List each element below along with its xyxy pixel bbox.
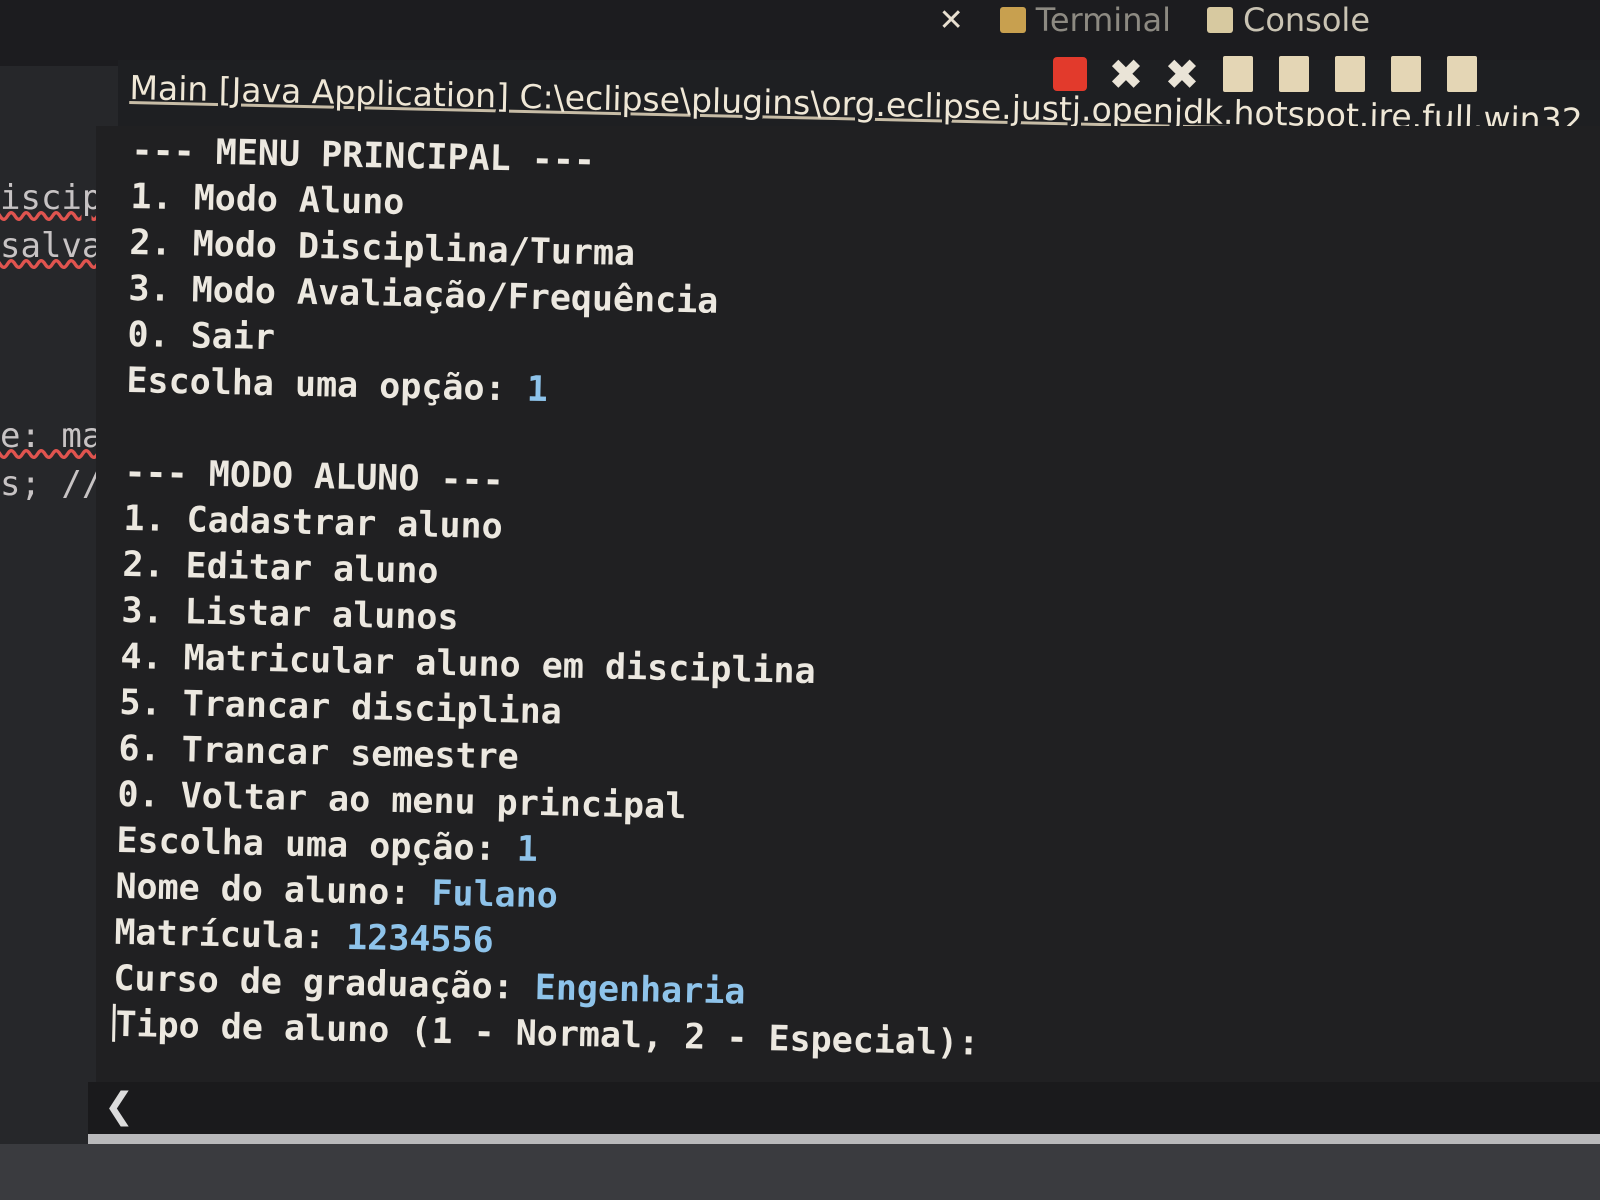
- tab-console[interactable]: Console: [1206, 1, 1370, 39]
- word-wrap-icon: [1335, 56, 1365, 92]
- console-output-text: 3. Listar alunos: [121, 590, 459, 639]
- editor-line: salva: [0, 226, 103, 266]
- console-user-input: Engenharia: [534, 967, 746, 1013]
- remove-all-launches-button[interactable]: ✖: [1162, 50, 1202, 99]
- close-tab-icon[interactable]: ✕: [939, 3, 964, 38]
- scroll-lock-icon: [1279, 56, 1309, 92]
- show-console-icon: [1391, 56, 1421, 92]
- remove-launch-icon: ✖: [1108, 49, 1144, 99]
- console-output-text: 2. Modo Disciplina/Turma: [129, 222, 636, 275]
- console-output-text: 1. Cadastrar aluno: [123, 498, 504, 548]
- console-output-text: --- MODO ALUNO ---: [124, 452, 505, 502]
- console-output-text: 1. Modo Aluno: [130, 176, 405, 223]
- scroll-lock-button[interactable]: [1274, 54, 1314, 94]
- clear-console-icon: [1223, 56, 1253, 92]
- console-output-text: Escolha uma opção:: [116, 820, 518, 870]
- editor-line: e: ma: [0, 416, 103, 456]
- console-user-input: 1: [526, 369, 549, 411]
- console-output-text: 2. Editar aluno: [122, 544, 439, 592]
- scroll-left-icon[interactable]: ❮: [104, 1086, 134, 1127]
- monitor-bezel: [0, 1144, 1600, 1200]
- tab-console-label: Console: [1242, 1, 1370, 39]
- view-tabs: ✕ Terminal Console: [939, 0, 1370, 40]
- tab-terminal[interactable]: Terminal: [999, 1, 1171, 39]
- console-output-text: Matrícula:: [114, 912, 347, 958]
- console-user-input: 1: [516, 829, 539, 871]
- terminal-icon: [999, 7, 1026, 33]
- show-console-button[interactable]: [1386, 54, 1426, 94]
- console-output-text: Escolha uma opção:: [126, 360, 528, 410]
- console-text: --- MENU PRINCIPAL --- 1. Modo Aluno 2. Mo…: [112, 128, 1020, 1067]
- console-output-text: Nome do aluno:: [115, 866, 432, 914]
- remove-all-launches-icon: ✖: [1164, 49, 1200, 99]
- word-wrap-button[interactable]: [1330, 54, 1370, 94]
- clear-console-button[interactable]: [1218, 54, 1258, 94]
- console-output-text: 0. Sair: [127, 314, 276, 359]
- remove-launch-button[interactable]: ✖: [1106, 50, 1146, 99]
- console-toolbar: ✖ ✖: [1050, 50, 1482, 99]
- console-output-text: 6. Trancar semestre: [118, 728, 520, 778]
- console-output-text: Curso de graduação:: [112, 958, 536, 1008]
- pin-console-button[interactable]: [1442, 54, 1482, 94]
- console-user-input: Fulano: [431, 873, 559, 917]
- editor-line: s; //: [0, 464, 103, 504]
- horizontal-scrollbar[interactable]: [88, 1082, 1600, 1144]
- console-output-text: --- MENU PRINCIPAL ---: [131, 130, 596, 182]
- console-output-text: 5. Trancar disciplina: [119, 682, 563, 733]
- terminate-button[interactable]: [1050, 54, 1090, 94]
- pin-console-icon: [1447, 56, 1477, 92]
- console-icon: [1206, 7, 1233, 33]
- terminate-icon: [1053, 57, 1087, 91]
- tab-terminal-label: Terminal: [1035, 1, 1171, 39]
- console-user-input: 1234556: [345, 917, 495, 962]
